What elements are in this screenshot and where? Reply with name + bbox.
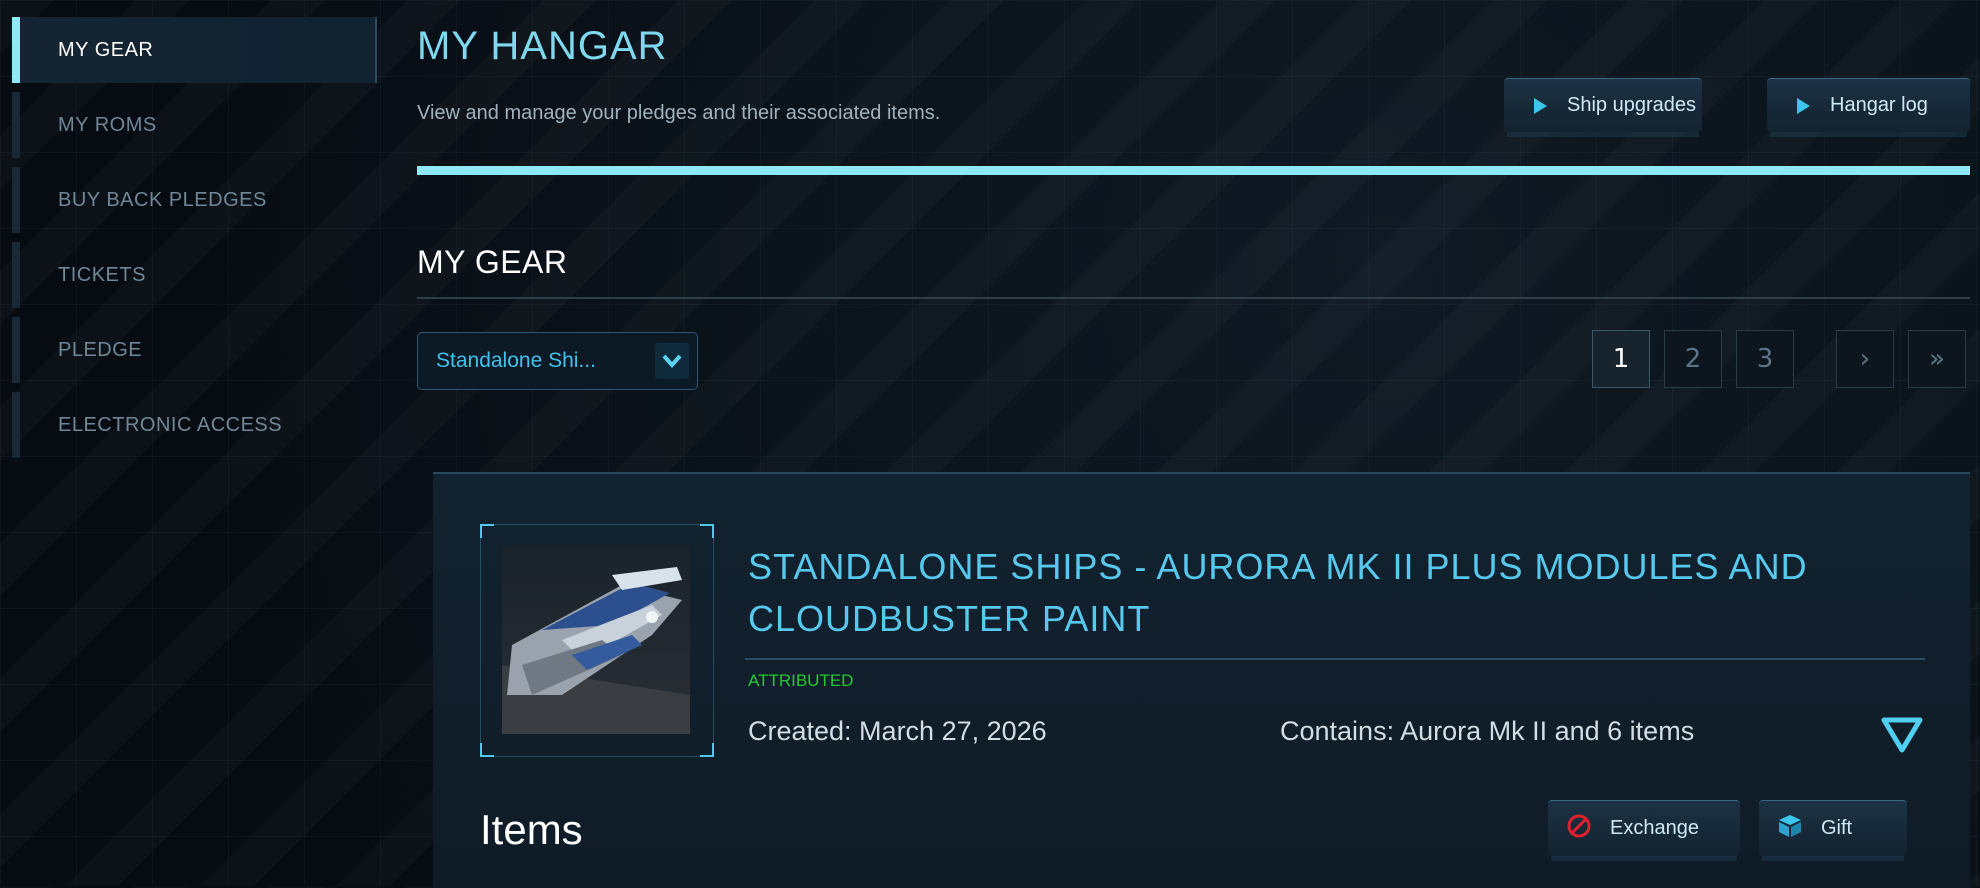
pledge-divider	[745, 658, 1925, 660]
sidebar: MY GEAR MY ROMS BUY BACK PLEDGES TICKETS…	[12, 17, 377, 467]
exchange-label: Exchange	[1610, 817, 1699, 839]
gift-cube-icon	[1777, 813, 1803, 845]
page-title: MY HANGAR	[417, 24, 668, 68]
no-entry-icon	[1566, 813, 1592, 845]
page-button-2[interactable]: 2	[1664, 330, 1722, 388]
frame-corner	[700, 524, 714, 538]
section-divider	[417, 297, 1970, 299]
pledge-title: STANDALONE SHIPS - AURORA MK II PLUS MOD…	[748, 546, 1808, 639]
pledge-created-date: Created: March 27, 2026	[748, 716, 1047, 746]
play-icon	[1534, 97, 1547, 114]
sidebar-item-buy-back-pledges[interactable]: BUY BACK PLEDGES	[12, 167, 377, 233]
triangle-down-icon	[1881, 717, 1923, 753]
ship-upgrades-button[interactable]: Ship upgrades	[1504, 78, 1702, 132]
sidebar-item-label: BUY BACK PLEDGES	[58, 188, 267, 211]
sidebar-item-label: MY GEAR	[58, 38, 154, 61]
page-subtitle: View and manage your pledges and their a…	[417, 102, 941, 124]
sidebar-item-label: ELECTRONIC ACCESS	[58, 413, 283, 436]
status-badge: ATTRIBUTED	[748, 671, 854, 690]
sidebar-item-my-roms[interactable]: MY ROMS	[12, 92, 377, 158]
sidebar-item-tickets[interactable]: TICKETS	[12, 242, 377, 308]
sidebar-item-label: MY ROMS	[58, 113, 157, 136]
expand-toggle[interactable]	[1880, 712, 1924, 756]
ship-image[interactable]	[502, 545, 690, 734]
category-filter-value: Standalone Shi...	[436, 349, 596, 372]
sidebar-item-label: PLEDGE	[58, 338, 143, 361]
chevron-down-icon	[655, 343, 689, 379]
exchange-button[interactable]: Exchange	[1548, 800, 1740, 856]
frame-corner	[700, 743, 714, 757]
last-page-button[interactable]: »	[1908, 330, 1966, 388]
gift-button[interactable]: Gift	[1759, 800, 1907, 856]
gift-label: Gift	[1821, 817, 1853, 839]
next-page-button[interactable]: ›	[1836, 330, 1894, 388]
sidebar-item-label: TICKETS	[58, 263, 146, 286]
frame-corner	[480, 743, 494, 757]
sidebar-item-my-gear[interactable]: MY GEAR	[12, 17, 377, 83]
items-heading: Items	[480, 806, 583, 853]
hangar-log-button[interactable]: Hangar log	[1767, 78, 1970, 132]
hangar-log-label: Hangar log	[1830, 94, 1928, 116]
page-button-3[interactable]: 3	[1736, 330, 1794, 388]
header-divider	[417, 166, 1970, 175]
section-title: MY GEAR	[417, 244, 568, 280]
frame-corner	[480, 524, 494, 538]
category-filter-select[interactable]: Standalone Shi...	[417, 332, 698, 390]
play-icon	[1797, 97, 1810, 114]
sidebar-item-electronic-access[interactable]: ELECTRONIC ACCESS	[12, 392, 377, 458]
sidebar-item-pledge[interactable]: PLEDGE	[12, 317, 377, 383]
ship-upgrades-label: Ship upgrades	[1567, 94, 1696, 116]
pledge-contains: Contains: Aurora Mk II and 6 items	[1280, 716, 1695, 746]
page-button-1[interactable]: 1	[1592, 330, 1650, 388]
